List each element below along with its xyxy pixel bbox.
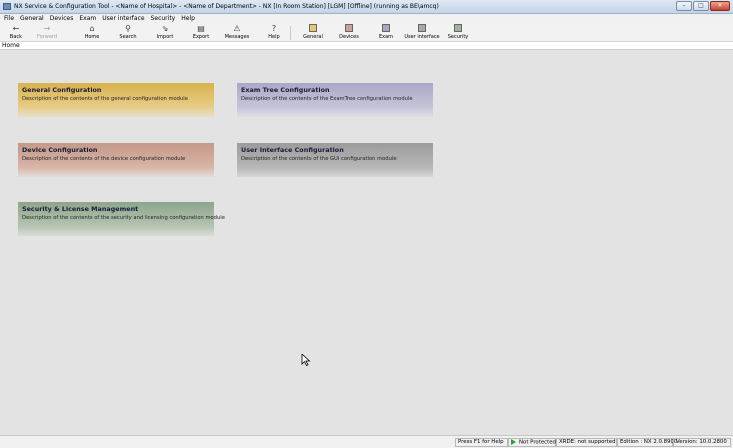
app-icon (3, 3, 11, 10)
card-title: Device Configuration (22, 146, 98, 154)
general-module-icon (297, 24, 329, 34)
card-description: Description of the contents of the GUI c… (241, 156, 397, 162)
menu-help[interactable]: Help (178, 14, 198, 23)
general-label: General (303, 34, 323, 40)
home-icon: ⌂ (89, 24, 95, 33)
card-title: Security & License Management (22, 205, 139, 213)
menu-user-interface[interactable]: User interface (99, 14, 147, 23)
home-label: Home (84, 34, 100, 40)
exam-module-icon (370, 24, 402, 34)
back-arrow-icon: ← (12, 24, 20, 33)
window-title: NX Service & Configuration Tool - <Name … (14, 3, 439, 10)
status-protection-label: Not Protected (519, 439, 556, 446)
exam-label: Exam (378, 34, 394, 40)
devices-module-icon (333, 24, 365, 34)
exam-module-button[interactable]: Exam (370, 24, 402, 41)
menu-general[interactable]: General (17, 14, 47, 23)
status-protection: Not Protected (508, 438, 556, 447)
security-module-icon (442, 24, 474, 34)
general-configuration-card[interactable]: General Configuration Description of the… (18, 83, 214, 117)
back-button[interactable]: ← Back (0, 24, 32, 41)
user-interface-label: User interface (404, 34, 440, 40)
home-button[interactable]: ⌂ Home (76, 24, 108, 41)
status-bar: Press F1 for Help Not Protected XRDE: no… (0, 435, 733, 448)
card-title: User Interface Configuration (241, 146, 344, 154)
maximize-button[interactable]: □ (693, 1, 709, 11)
status-edition: Edition : NX 2.0.8900 (617, 438, 677, 447)
menu-devices[interactable]: Devices (47, 14, 77, 23)
card-title: Exam Tree Configuration (241, 86, 330, 94)
status-help: Press F1 for Help (455, 438, 508, 447)
search-label: Search (119, 34, 137, 40)
mouse-pointer-icon (301, 354, 311, 366)
minimize-button[interactable]: – (676, 1, 692, 11)
warning-icon: ⚠ (233, 24, 241, 33)
user-interface-module-button[interactable]: User interface (404, 24, 440, 41)
export-button[interactable]: ▤ Export (185, 24, 217, 41)
forward-arrow-icon: → (43, 24, 51, 33)
menu-security[interactable]: Security (148, 14, 179, 23)
menu-exam[interactable]: Exam (76, 14, 99, 23)
back-label: Back (9, 34, 23, 40)
device-configuration-card[interactable]: Device Configuration Description of the … (18, 143, 214, 177)
messages-button[interactable]: ⚠ Messages (221, 24, 253, 41)
import-label: Import (156, 34, 174, 40)
menu-bar: File General Devices Exam User interface… (0, 14, 733, 23)
breadcrumb-home[interactable]: Home (2, 42, 20, 49)
menu-file[interactable]: File (0, 14, 17, 23)
status-version: Version: 10.0.2800 (673, 438, 731, 447)
search-button[interactable]: ⚲ Search (112, 24, 144, 41)
card-description: Description of the contents of the devic… (22, 156, 186, 162)
title-bar: NX Service & Configuration Tool - <Name … (0, 0, 733, 14)
window-controls: – □ ✕ (675, 1, 730, 12)
security-license-management-card[interactable]: Security & License Management Descriptio… (18, 202, 225, 236)
card-description: Description of the contents of the ExamT… (241, 96, 413, 102)
status-xrde: XRDE: not supported (556, 438, 617, 447)
help-label: Help (268, 34, 280, 40)
import-button[interactable]: ⇘ Import (149, 24, 181, 41)
user-interface-module-icon (404, 24, 440, 34)
help-icon: ? (271, 24, 277, 33)
toolbar-separator (290, 26, 291, 40)
card-description: Description of the contents of the secur… (22, 215, 225, 221)
security-label: Security (447, 34, 469, 40)
main-content: General Configuration Description of the… (0, 50, 733, 435)
breadcrumb: Home (0, 42, 733, 50)
toolbar: ← Back → Forward ⌂ Home ⚲ Search ⇘ Impor… (0, 23, 733, 42)
security-module-button[interactable]: Security (442, 24, 474, 41)
messages-label: Messages (224, 34, 250, 40)
exam-tree-configuration-card[interactable]: Exam Tree Configuration Description of t… (237, 83, 433, 117)
help-button[interactable]: ? Help (258, 24, 290, 41)
devices-label: Devices (339, 34, 359, 40)
search-icon: ⚲ (125, 24, 131, 33)
devices-module-button[interactable]: Devices (333, 24, 365, 41)
card-title: General Configuration (22, 86, 102, 94)
card-description: Description of the contents of the gener… (22, 96, 188, 102)
general-module-button[interactable]: General (297, 24, 329, 41)
close-button[interactable]: ✕ (710, 1, 730, 11)
export-label: Export (192, 34, 210, 40)
forward-button[interactable]: → Forward (31, 24, 63, 41)
user-interface-configuration-card[interactable]: User Interface Configuration Description… (237, 143, 433, 177)
forward-label: Forward (36, 34, 58, 40)
play-icon (511, 439, 516, 445)
import-icon: ⇘ (161, 24, 169, 33)
export-icon: ▤ (197, 24, 205, 33)
